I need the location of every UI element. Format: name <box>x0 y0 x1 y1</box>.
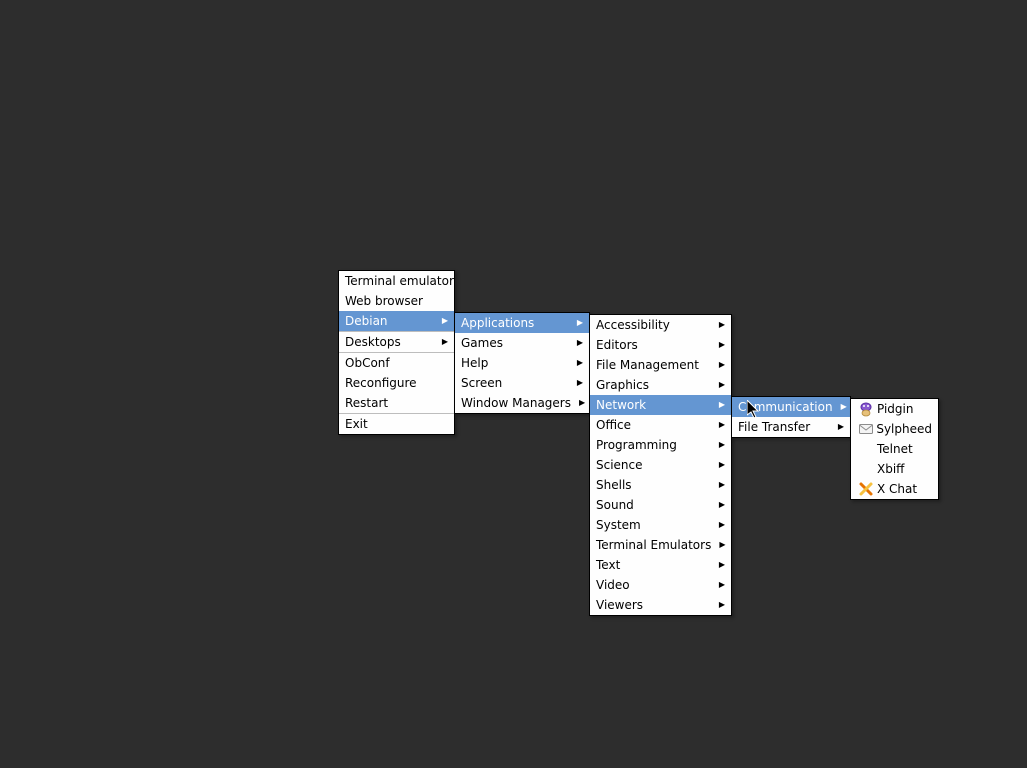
menu-item-video[interactable]: Video▶ <box>590 575 731 595</box>
menu-item-games[interactable]: Games▶ <box>455 333 589 353</box>
menu-item-reconfigure[interactable]: Reconfigure <box>339 373 454 393</box>
menu-item-debian[interactable]: Debian▶ <box>339 311 454 331</box>
menu-item-shells[interactable]: Shells▶ <box>590 475 731 495</box>
menu-item-telnet[interactable]: Telnet <box>851 439 938 459</box>
submenu-arrow-icon: ▶ <box>719 521 725 529</box>
menu-item-applications[interactable]: Applications▶ <box>455 313 589 333</box>
menu-item-editors[interactable]: Editors▶ <box>590 335 731 355</box>
submenu-arrow-icon: ▶ <box>442 338 448 346</box>
blank-icon <box>857 441 875 457</box>
submenu-arrow-icon: ▶ <box>579 399 585 407</box>
submenu-arrow-icon: ▶ <box>719 561 725 569</box>
menu-item-pidgin[interactable]: Pidgin <box>851 399 938 419</box>
submenu-arrow-icon: ▶ <box>841 403 847 411</box>
submenu-arrow-icon: ▶ <box>577 359 583 367</box>
pidgin-icon <box>857 401 875 417</box>
menu-item-sylpheed[interactable]: Sylpheed <box>851 419 938 439</box>
submenu-arrow-icon: ▶ <box>719 381 725 389</box>
menu-item-office[interactable]: Office▶ <box>590 415 731 435</box>
menu-item-terminal-emulator[interactable]: Terminal emulator <box>339 271 454 291</box>
menu-item-xbiff[interactable]: Xbiff <box>851 459 938 479</box>
submenu-arrow-icon: ▶ <box>719 341 725 349</box>
applications-submenu[interactable]: Accessibility▶ Editors▶ File Management▶… <box>589 314 732 616</box>
submenu-arrow-icon: ▶ <box>719 601 725 609</box>
menu-item-text[interactable]: Text▶ <box>590 555 731 575</box>
xchat-icon <box>857 481 875 497</box>
root-context-menu[interactable]: Terminal emulator Web browser Debian▶ De… <box>338 270 455 435</box>
menu-item-terminal-emulators[interactable]: Terminal Emulators▶ <box>590 535 731 555</box>
submenu-arrow-icon: ▶ <box>442 317 448 325</box>
menu-item-web-browser[interactable]: Web browser <box>339 291 454 311</box>
debian-submenu[interactable]: Applications▶ Games▶ Help▶ Screen▶ Windo… <box>454 312 590 414</box>
submenu-arrow-icon: ▶ <box>719 481 725 489</box>
submenu-arrow-icon: ▶ <box>719 461 725 469</box>
menu-item-help[interactable]: Help▶ <box>455 353 589 373</box>
menu-item-xchat[interactable]: X Chat <box>851 479 938 499</box>
submenu-arrow-icon: ▶ <box>719 401 725 409</box>
menu-item-file-transfer[interactable]: File Transfer▶ <box>732 417 850 437</box>
menu-item-desktops[interactable]: Desktops▶ <box>339 332 454 352</box>
menu-item-restart[interactable]: Restart <box>339 393 454 413</box>
submenu-arrow-icon: ▶ <box>719 421 725 429</box>
menu-item-viewers[interactable]: Viewers▶ <box>590 595 731 615</box>
menu-item-network[interactable]: Network▶ <box>590 395 731 415</box>
menu-item-graphics[interactable]: Graphics▶ <box>590 375 731 395</box>
menu-item-accessibility[interactable]: Accessibility▶ <box>590 315 731 335</box>
menu-item-exit[interactable]: Exit <box>339 414 454 434</box>
menu-item-screen[interactable]: Screen▶ <box>455 373 589 393</box>
submenu-arrow-icon: ▶ <box>577 379 583 387</box>
submenu-arrow-icon: ▶ <box>719 321 725 329</box>
menu-item-system[interactable]: System▶ <box>590 515 731 535</box>
submenu-arrow-icon: ▶ <box>719 541 725 549</box>
submenu-arrow-icon: ▶ <box>838 423 844 431</box>
menu-item-window-managers[interactable]: Window Managers▶ <box>455 393 589 413</box>
submenu-arrow-icon: ▶ <box>577 339 583 347</box>
submenu-arrow-icon: ▶ <box>577 319 583 327</box>
blank-icon <box>857 461 875 477</box>
submenu-arrow-icon: ▶ <box>719 361 725 369</box>
menu-item-communication[interactable]: Communication▶ <box>732 397 850 417</box>
submenu-arrow-icon: ▶ <box>719 581 725 589</box>
menu-item-file-management[interactable]: File Management▶ <box>590 355 731 375</box>
sylpheed-icon <box>857 421 874 437</box>
menu-item-programming[interactable]: Programming▶ <box>590 435 731 455</box>
menu-item-science[interactable]: Science▶ <box>590 455 731 475</box>
menu-item-sound[interactable]: Sound▶ <box>590 495 731 515</box>
communication-submenu[interactable]: Pidgin Sylpheed Telnet Xbiff X Chat <box>850 398 939 500</box>
submenu-arrow-icon: ▶ <box>719 441 725 449</box>
submenu-arrow-icon: ▶ <box>719 501 725 509</box>
network-submenu[interactable]: Communication▶ File Transfer▶ <box>731 396 851 438</box>
menu-item-obconf[interactable]: ObConf <box>339 353 454 373</box>
